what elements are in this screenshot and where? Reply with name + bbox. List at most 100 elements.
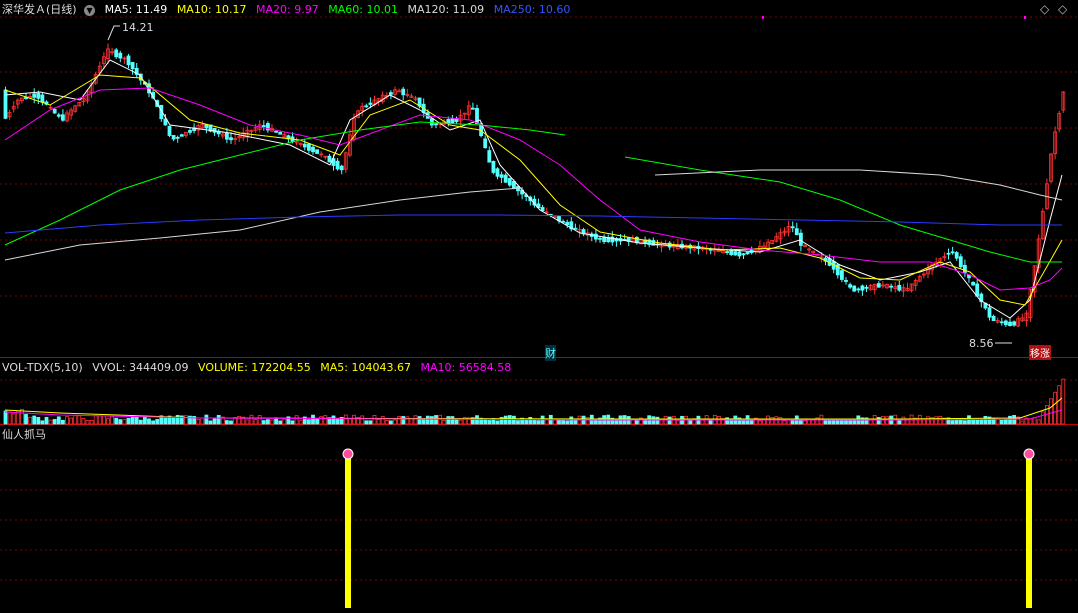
dropdown-caret-icon[interactable]: ▼: [84, 4, 96, 16]
volume-bar: [442, 420, 447, 425]
ma5-line: [4, 59, 1063, 319]
volume-bar: [138, 419, 143, 425]
volume-bar: [52, 419, 57, 425]
volume-bar: [397, 415, 402, 425]
candle: [876, 283, 881, 288]
candle: [598, 237, 602, 240]
diamond-icon[interactable]: ◇: [1058, 2, 1067, 16]
volume-bar: [28, 416, 33, 425]
volume-bar: [11, 413, 16, 425]
candle: [950, 251, 955, 254]
stock-title[interactable]: 深华发Ａ(日线): [2, 3, 77, 16]
volume-bar: [630, 419, 635, 425]
candle: [224, 132, 229, 140]
candle: [167, 125, 172, 136]
volume-bar: [979, 419, 984, 425]
volume-bar: [319, 416, 324, 425]
volume-bar: [126, 418, 131, 425]
volume-bar: [147, 418, 151, 425]
volume-bar: [594, 419, 598, 425]
volume-bar: [114, 417, 119, 425]
candle: [364, 105, 369, 108]
volume-bar: [61, 419, 65, 425]
ma60-label: MA60: 10.01: [328, 3, 398, 16]
volume-bar: [569, 416, 574, 425]
candle: [844, 280, 848, 282]
ma250-label: MA250: 10.60: [493, 3, 571, 16]
price-pane[interactable]: 深华发Ａ(日线) ▼ MA5: 11.49 MA10: 10.17 MA20: …: [0, 0, 1078, 361]
candle: [61, 114, 65, 121]
candle: [991, 315, 996, 321]
candle: [503, 174, 508, 183]
volume-bar: [413, 415, 418, 425]
volume-bar: [429, 416, 434, 425]
candle: [306, 143, 311, 151]
volume-bar: [503, 415, 508, 425]
candle: [1012, 321, 1016, 326]
candle: [540, 207, 545, 212]
volume-bar: [758, 420, 762, 425]
volume-bar: [983, 415, 988, 425]
volume-bar: [835, 419, 840, 425]
volume-bar: [565, 420, 570, 425]
candle: [897, 284, 902, 291]
volume-bar: [512, 415, 516, 425]
volume-bar: [1053, 391, 1057, 425]
volume-bar: [487, 420, 492, 425]
volume-pane[interactable]: VOL-TDX(5,10) VVOL: 344409.09 VOLUME: 17…: [0, 358, 1078, 425]
price-chart[interactable]: [0, 0, 1078, 358]
candle: [794, 228, 799, 236]
volume-bar: [134, 416, 139, 425]
candle: [1004, 320, 1008, 326]
volume-bar: [343, 414, 348, 425]
candle: [725, 251, 729, 254]
indicator-title[interactable]: 仙人抓马: [2, 428, 46, 441]
volume-bar: [335, 419, 340, 425]
volume-bar: [155, 419, 160, 425]
candle: [733, 251, 738, 256]
candle: [3, 89, 8, 119]
volume-bar: [294, 415, 299, 425]
volume-bar: [1012, 415, 1016, 425]
candle: [171, 135, 176, 140]
vol-indicator-title[interactable]: VOL-TDX(5,10): [2, 361, 83, 374]
candle: [114, 49, 119, 58]
signal-flower-icon: [342, 448, 354, 460]
volume-bar: [315, 418, 320, 425]
candle: [971, 281, 975, 286]
candle: [852, 285, 857, 292]
volume-bar: [229, 420, 233, 425]
volume-bar: [790, 419, 795, 425]
candle: [848, 284, 852, 288]
candle: [368, 102, 373, 105]
volume-bar: [249, 414, 254, 425]
candle: [36, 92, 41, 99]
candle: [594, 233, 598, 240]
candle: [175, 136, 180, 139]
volume-bar: [1028, 418, 1033, 425]
ma20-line: [4, 87, 1063, 291]
volume-legend: VOL-TDX(5,10) VVOL: 344409.09 VOLUME: 17…: [2, 361, 517, 375]
indicator-pane[interactable]: 仙人抓马: [0, 425, 1078, 613]
volume-bar: [393, 419, 397, 425]
ma10-line: [4, 74, 1063, 306]
volume-bar: [261, 420, 266, 425]
candle: [1008, 321, 1012, 326]
volume-bar: [934, 416, 939, 425]
volume-bar: [360, 415, 365, 425]
candle: [958, 256, 963, 268]
volume-bar: [446, 416, 451, 425]
indicator-chart[interactable]: [0, 425, 1078, 613]
volume-bar: [278, 420, 283, 425]
volume-bar: [667, 416, 672, 425]
candle: [130, 62, 135, 70]
top-tick: [762, 16, 764, 19]
diamond-icon[interactable]: ◇: [1040, 2, 1049, 16]
volume-bar: [1057, 385, 1062, 425]
volume-bar: [290, 420, 295, 425]
candle: [946, 252, 951, 255]
ma120-line: [4, 187, 521, 261]
volume-bar: [532, 419, 537, 425]
candle: [118, 52, 123, 59]
volume-bar: [142, 416, 147, 425]
